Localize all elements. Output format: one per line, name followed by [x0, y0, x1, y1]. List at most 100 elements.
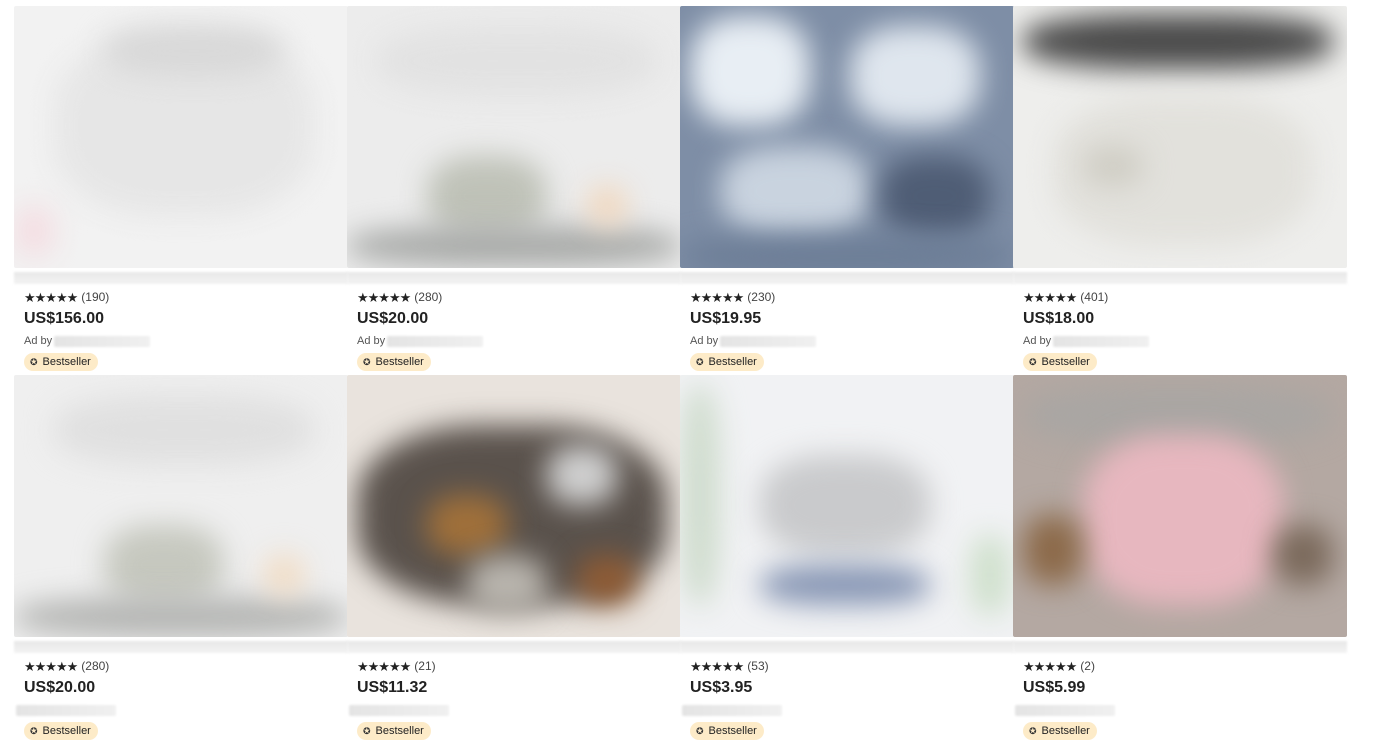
seller-line: Ad by — [24, 334, 344, 348]
seller-line: Ad by — [690, 334, 1010, 348]
listing-image[interactable] — [347, 6, 681, 268]
star-rating: ★★★★★ — [357, 658, 411, 674]
bestseller-badge: ✪ Bestseller — [690, 353, 764, 371]
award-icon: ✪ — [363, 356, 371, 367]
bestseller-badge: ✪ Bestseller — [24, 722, 98, 740]
bestseller-badge: ✪ Bestseller — [357, 353, 431, 371]
ad-by-label: Ad by — [1023, 335, 1052, 347]
award-icon: ✪ — [30, 725, 38, 736]
rating: ★★★★★ (401) — [1023, 289, 1343, 305]
review-count: (280) — [81, 659, 110, 673]
star-icon: ★★★★★ — [1023, 289, 1077, 305]
badge-label: Bestseller — [708, 356, 757, 368]
bestseller-badge: ✪ Bestseller — [1023, 353, 1097, 371]
ad-by-label: Ad by — [690, 335, 719, 347]
seller-name-redacted[interactable] — [682, 704, 782, 716]
seller-line — [349, 703, 677, 717]
review-count: (21) — [414, 659, 436, 673]
divider — [1013, 272, 1347, 284]
star-rating: ★★★★★ — [357, 289, 411, 305]
rating: ★★★★★ (53) — [690, 658, 1010, 674]
star-rating: ★★★★★ — [1023, 289, 1077, 305]
star-icon: ★★★★★ — [357, 658, 411, 674]
rating: ★★★★★ (190) — [24, 289, 344, 305]
listing-image[interactable] — [680, 375, 1014, 637]
rating: ★★★★★ (280) — [24, 658, 344, 674]
review-count: (280) — [414, 290, 443, 304]
award-icon: ✪ — [696, 356, 704, 367]
listing-image[interactable] — [347, 375, 681, 637]
seller-name-redacted[interactable] — [16, 704, 116, 716]
rating: ★★★★★ (230) — [690, 289, 1010, 305]
star-rating: ★★★★★ — [24, 658, 78, 674]
rating: ★★★★★ (2) — [1023, 658, 1343, 674]
star-icon: ★★★★★ — [357, 289, 411, 305]
listing-image[interactable] — [680, 6, 1014, 268]
star-rating: ★★★★★ — [1023, 660, 1077, 673]
award-icon: ✪ — [696, 725, 704, 736]
review-count: (401) — [1080, 290, 1109, 304]
review-count: (53) — [747, 659, 769, 673]
divider — [14, 641, 348, 653]
listing-grid: ★★★★★ (190) US$156.00 Ad by ✪ Bestseller — [0, 0, 1387, 744]
seller-line — [1015, 703, 1343, 717]
bestseller-badge: ✪ Bestseller — [357, 722, 431, 740]
listing-image[interactable] — [14, 6, 348, 268]
star-icon: ★★★★★ — [24, 289, 78, 305]
badge-label: Bestseller — [42, 725, 91, 737]
star-icon: ★★★★★ — [690, 658, 744, 674]
review-count: (2) — [1080, 659, 1095, 673]
seller-name-redacted[interactable] — [349, 704, 449, 716]
badge-label: Bestseller — [1041, 725, 1090, 737]
price: US$11.32 — [357, 679, 428, 696]
star-rating: ★★★★★ — [690, 289, 744, 305]
price: US$18.00 — [1023, 310, 1095, 327]
seller-name-redacted[interactable] — [720, 335, 817, 347]
seller-line — [682, 703, 1010, 717]
seller-name-redacted[interactable] — [54, 335, 151, 347]
badge-label: Bestseller — [1041, 356, 1090, 368]
price: US$3.95 — [690, 679, 753, 696]
award-icon: ✪ — [363, 725, 371, 736]
ad-by-label: Ad by — [24, 335, 53, 347]
price: US$156.00 — [24, 310, 105, 327]
bestseller-badge: ✪ Bestseller — [1023, 722, 1097, 740]
seller-name-redacted[interactable] — [387, 335, 484, 347]
seller-line — [16, 703, 344, 717]
price: US$20.00 — [357, 310, 429, 327]
divider — [347, 272, 681, 284]
ad-by-label: Ad by — [357, 335, 386, 347]
divider — [347, 641, 681, 653]
seller-name-redacted[interactable] — [1053, 335, 1150, 347]
bestseller-badge: ✪ Bestseller — [24, 353, 98, 371]
divider — [14, 272, 348, 284]
listing-image[interactable] — [1013, 6, 1347, 268]
star-rating: ★★★★★ — [24, 289, 78, 305]
badge-label: Bestseller — [375, 725, 424, 737]
award-icon: ✪ — [1029, 356, 1037, 367]
award-icon: ✪ — [30, 356, 38, 367]
listing-image[interactable] — [1013, 375, 1347, 637]
rating: ★★★★★ (21) — [357, 658, 677, 674]
star-icon: ★★★★★ — [24, 658, 78, 674]
award-icon: ✪ — [1029, 725, 1037, 736]
price: US$19.95 — [690, 310, 762, 327]
divider — [680, 272, 1014, 284]
bestseller-badge: ✪ Bestseller — [690, 722, 764, 740]
divider — [1013, 641, 1347, 653]
badge-label: Bestseller — [708, 725, 757, 737]
badge-label: Bestseller — [375, 356, 424, 368]
seller-name-redacted[interactable] — [1015, 704, 1115, 716]
seller-line: Ad by — [1023, 334, 1343, 348]
divider — [680, 641, 1014, 653]
review-count: (230) — [747, 290, 776, 304]
listing-image[interactable] — [14, 375, 348, 637]
rating: ★★★★★ (280) — [357, 289, 677, 305]
star-icon: ★★★★★ — [690, 289, 744, 305]
badge-label: Bestseller — [42, 356, 91, 368]
price: US$20.00 — [24, 679, 96, 696]
seller-line: Ad by — [357, 334, 677, 348]
price: US$5.99 — [1023, 679, 1086, 696]
review-count: (190) — [81, 290, 110, 304]
star-rating: ★★★★★ — [690, 658, 744, 674]
